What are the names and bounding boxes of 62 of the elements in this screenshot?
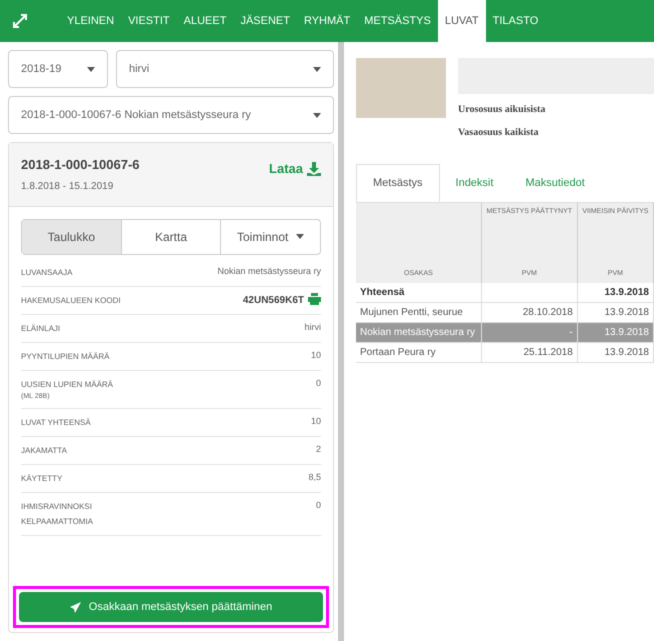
table-cell: 13.9.2018 xyxy=(604,287,649,298)
permit-number: 2018-1-000-10067-6 xyxy=(21,156,140,174)
caret-icon xyxy=(87,66,95,72)
detail-label: ELÄINLAJI xyxy=(21,322,60,334)
expand-icon[interactable] xyxy=(12,13,28,29)
content-tab[interactable]: Maksutiedot xyxy=(509,164,601,202)
content-tab[interactable]: Indeksit xyxy=(440,164,510,202)
nav-tab[interactable]: METSÄSTYS xyxy=(357,0,438,42)
download-icon xyxy=(307,162,321,176)
nav-tab[interactable]: ALUEET xyxy=(176,0,234,42)
table-row[interactable]: Yhteensä 13.9.2018 xyxy=(356,283,654,302)
actions-dropdown[interactable]: Toiminnot xyxy=(221,220,320,254)
detail-value: 2 xyxy=(316,443,321,456)
caret-icon xyxy=(313,112,321,118)
nav-tab[interactable]: LUVAT xyxy=(438,0,486,42)
summary-label: Vasaosuus kaikista xyxy=(458,126,540,140)
content-tab[interactable]: Metsästys xyxy=(356,164,440,202)
caret-icon xyxy=(296,234,304,239)
nav-tab[interactable]: VIESTIT xyxy=(121,0,177,42)
download-link[interactable]: Lataa xyxy=(269,159,321,178)
print-icon[interactable] xyxy=(308,292,321,304)
permit-dates: 1.8.2018 - 15.1.2019 xyxy=(21,180,114,194)
table-cell: Mujunen Pentti, seurue xyxy=(360,307,463,318)
detail-value: 42UN569K6T xyxy=(242,294,304,308)
detail-value: 8,5 xyxy=(308,471,321,484)
table-cell: Portaan Peura ry xyxy=(360,347,436,358)
detail-label: LUVANSAAJA xyxy=(21,266,72,278)
detail-label: JAKAMATTA xyxy=(21,445,67,457)
detail-label: IHMISRAVINNOKSI KELPAAMATTOMIA xyxy=(21,501,94,528)
detail-value: hirvi xyxy=(304,320,321,334)
table-cell: 25.11.2018 xyxy=(523,347,573,358)
caret-icon xyxy=(313,66,321,72)
table-cell: 13.9.2018 xyxy=(604,327,649,338)
table-cell: Yhteensä xyxy=(360,287,404,298)
detail-value: 0 xyxy=(316,499,321,512)
table-cell: 13.9.2018 xyxy=(604,347,649,358)
dropdown[interactable]: 2018-1-000-10067-6 Nokian metsästysseura ry xyxy=(8,96,334,134)
dropdown[interactable]: hirvi xyxy=(116,50,334,88)
dropdown[interactable]: 2018-19 xyxy=(8,50,108,88)
summary-label: Urososuus aikuisista xyxy=(458,103,546,117)
detail-value: Nokian metsästysseura ry xyxy=(217,264,321,278)
detail-label: KÄYTETTY xyxy=(21,473,62,485)
table-row[interactable]: Nokian metsästysseura ry - 13.9.2018 xyxy=(356,322,654,342)
end-hunting-button[interactable]: Osakkaan metsästyksen päättäminen xyxy=(19,592,323,622)
detail-label: HAKEMUSALUEEN KOODI xyxy=(21,294,121,306)
table-cell: - xyxy=(569,327,573,338)
detail-value: 10 xyxy=(310,348,321,362)
detail-value: 10 xyxy=(310,415,321,428)
table-row[interactable]: Portaan Peura ry 25.11.2018 13.9.2018 xyxy=(356,342,654,362)
nav-tab[interactable]: TILASTO xyxy=(486,0,546,42)
view-tab[interactable]: Taulukko xyxy=(22,220,122,254)
table-cell: 28.10.2018 xyxy=(522,307,573,318)
nav-tab[interactable]: JÄSENET xyxy=(233,0,297,42)
nav-tab[interactable]: RYHMÄT xyxy=(296,0,358,42)
paper-plane-icon xyxy=(70,602,81,612)
detail-label: UUSIEN LUPIEN MÄÄRÄ xyxy=(21,378,114,390)
detail-label: LUVAT YHTEENSÄ xyxy=(21,417,91,429)
nav-tab[interactable]: YLEINEN xyxy=(60,0,122,42)
table-cell: Nokian metsästysseura ry xyxy=(360,327,476,338)
table-cell: 13.9.2018 xyxy=(604,307,649,318)
detail-label: PYYNTILUPIEN MÄÄRÄ xyxy=(21,350,110,362)
detail-value: 0 xyxy=(316,376,321,390)
